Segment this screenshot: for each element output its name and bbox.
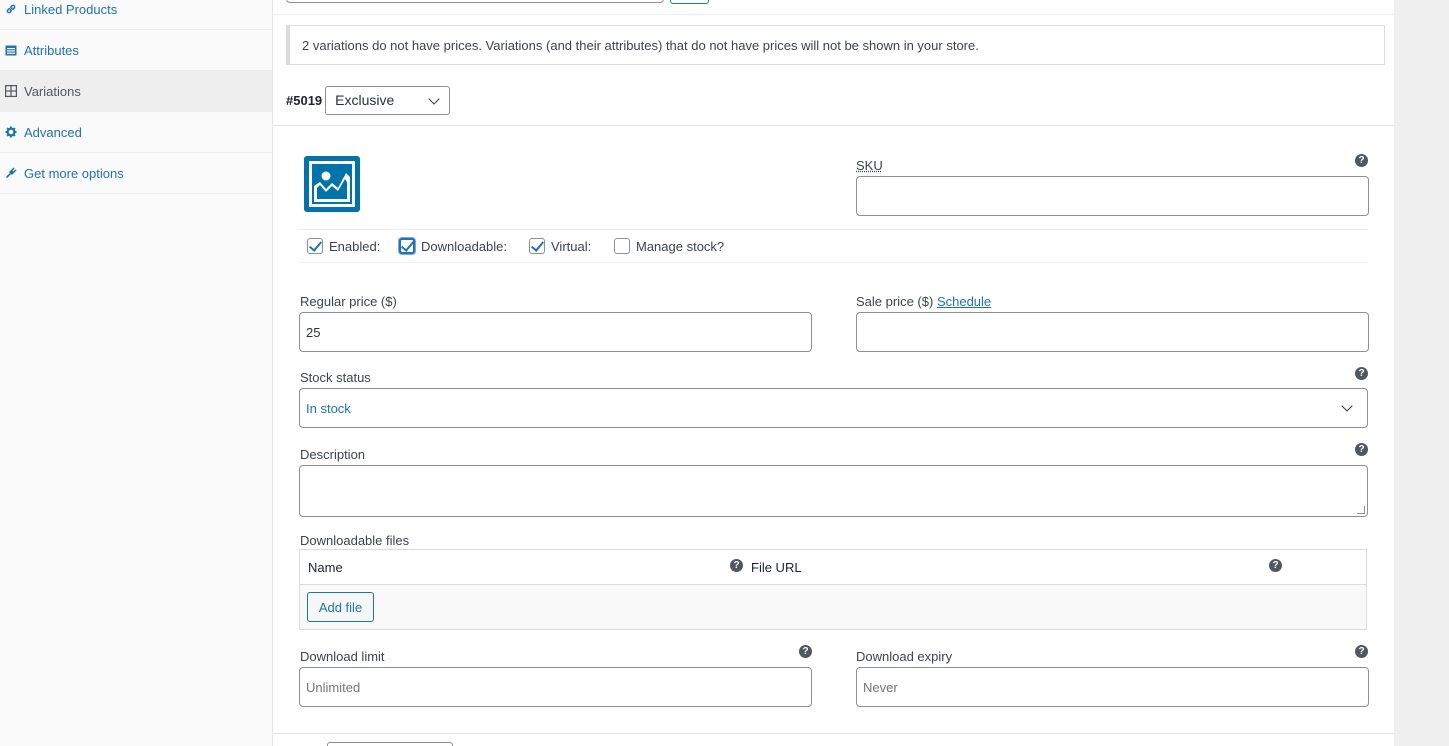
help-icon[interactable]: ?: [1355, 154, 1368, 167]
sale-price-input[interactable]: [856, 312, 1369, 352]
sidebar-item-attributes[interactable]: Attributes: [0, 30, 272, 71]
downloadable-label: Downloadable:: [421, 238, 508, 254]
next-variation-select[interactable]: [327, 742, 453, 746]
attributes-icon: [4, 43, 18, 57]
divider: [273, 733, 1395, 734]
sidebar-item-label: Advanced: [24, 124, 82, 140]
variation-image-upload[interactable]: [303, 155, 361, 213]
downloadable-files-table: Name ? File URL ? Add file: [299, 549, 1367, 630]
schedule-link[interactable]: Schedule: [937, 294, 991, 309]
toolbar-strip: [273, 0, 1395, 15]
sidebar-item-label: Linked Products: [24, 1, 118, 17]
column-header-name: Name: [308, 560, 343, 575]
sale-price-label-text: Sale price ($): [856, 294, 934, 309]
resize-handle[interactable]: [1357, 506, 1365, 514]
missing-prices-notice: 2 variations do not have prices. Variati…: [286, 25, 1385, 65]
table-header: Name ? File URL ?: [300, 550, 1366, 585]
manage-stock-checkbox[interactable]: Manage stock?: [614, 238, 724, 254]
variations-panel: 2 variations do not have prices. Variati…: [272, 0, 1395, 746]
checkbox-box[interactable]: [307, 238, 323, 254]
downloadable-checkbox[interactable]: Downloadable:: [399, 238, 507, 254]
checkbox-box[interactable]: [399, 238, 415, 254]
variation-id: #5019: [286, 92, 323, 108]
sale-price-label: Sale price ($) Schedule: [856, 294, 991, 309]
link-icon: [4, 2, 18, 16]
table-footer: Add file: [300, 585, 1366, 629]
download-limit-label: Download limit: [300, 649, 385, 664]
divider: [273, 125, 1395, 126]
stock-status-value: In stock: [306, 400, 351, 416]
download-expiry-input[interactable]: Never: [856, 667, 1369, 707]
sidebar-item-get-more-options[interactable]: Get more options: [0, 153, 272, 194]
description-textarea[interactable]: [299, 465, 1368, 517]
attribute-select-value: Exclusive: [335, 92, 395, 108]
notice-text: 2 variations do not have prices. Variati…: [302, 37, 979, 53]
stock-status-select[interactable]: In stock: [299, 388, 1368, 428]
product-data-tabs: Linked Products Attributes Variations Ad…: [0, 0, 272, 746]
virtual-checkbox[interactable]: Virtual:: [529, 238, 591, 254]
grid-icon: [4, 84, 18, 98]
attribute-select[interactable]: Exclusive: [325, 85, 451, 115]
column-header-file-url: File URL: [751, 560, 802, 575]
enabled-checkbox[interactable]: Enabled:: [307, 238, 380, 254]
help-icon[interactable]: ?: [730, 559, 743, 572]
variation-header: #5019 Exclusive: [286, 85, 451, 115]
description-label: Description: [300, 447, 366, 462]
help-icon[interactable]: ?: [1269, 559, 1282, 572]
page-background: [1394, 0, 1449, 746]
regular-price-label: Regular price ($): [300, 294, 397, 309]
chevron-down-icon: [428, 92, 440, 105]
plug-icon: [4, 166, 18, 180]
sidebar-item-label: Variations: [24, 83, 81, 99]
manage-stock-label: Manage stock?: [636, 238, 725, 254]
divider: [299, 229, 1368, 230]
stock-status-label: Stock status: [300, 370, 371, 385]
help-icon[interactable]: ?: [1355, 443, 1368, 456]
sku-input[interactable]: [856, 176, 1369, 216]
help-icon[interactable]: ?: [1355, 367, 1368, 380]
download-expiry-label: Download expiry: [856, 649, 953, 664]
add-file-button[interactable]: Add file: [307, 592, 374, 622]
virtual-label: Virtual:: [551, 238, 592, 254]
chevron-down-icon: [1341, 400, 1353, 412]
help-icon[interactable]: ?: [1355, 645, 1368, 658]
bulk-actions-select[interactable]: [286, 0, 664, 3]
go-button[interactable]: [670, 0, 709, 4]
download-limit-input[interactable]: Unlimited: [299, 667, 812, 707]
help-icon[interactable]: ?: [799, 645, 812, 658]
enabled-label: Enabled:: [329, 238, 381, 254]
sidebar-item-variations[interactable]: Variations: [0, 71, 272, 112]
checkbox-box[interactable]: [529, 238, 545, 254]
sidebar-item-linked-products[interactable]: Linked Products: [0, 0, 272, 30]
downloadable-files-label: Downloadable files: [300, 533, 410, 548]
image-placeholder-icon: [304, 156, 360, 212]
sidebar-item-advanced[interactable]: Advanced: [0, 112, 272, 153]
sidebar-item-label: Get more options: [24, 165, 124, 181]
divider: [299, 262, 1368, 263]
regular-price-input[interactable]: 25: [299, 312, 812, 352]
checkbox-box[interactable]: [614, 238, 630, 254]
sidebar-item-label: Attributes: [24, 42, 79, 58]
gear-icon: [4, 125, 18, 139]
sku-label: SKU: [856, 158, 883, 173]
